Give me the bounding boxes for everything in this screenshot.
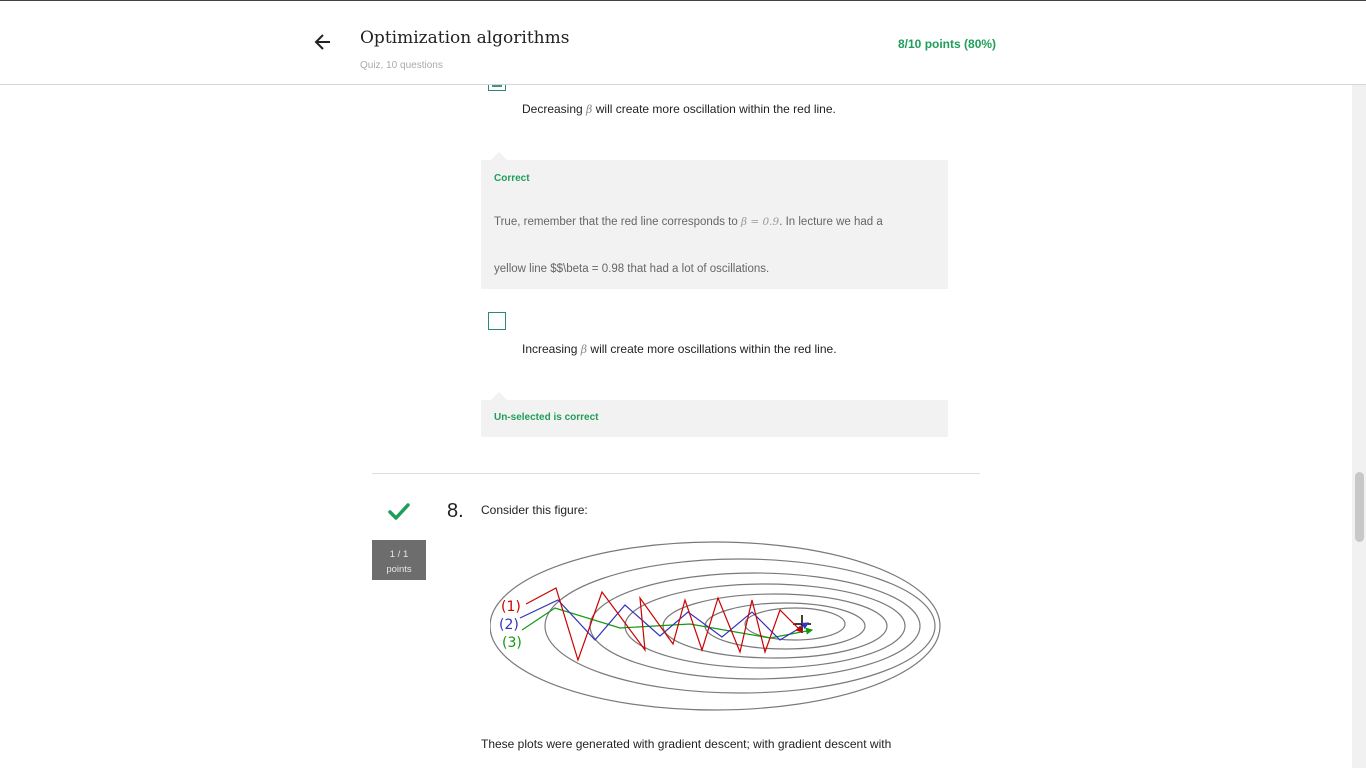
feedback-line1-prefix: True, remember that the red line corresp… — [494, 216, 738, 228]
feedback-unselected: Un-selected is correct — [481, 392, 948, 437]
points-value: 1 / 1 — [389, 549, 409, 560]
scrollbar[interactable] — [1352, 0, 1366, 768]
feedback-line1-suffix: . In lecture we had a — [779, 216, 883, 228]
points-badge: 1 / 1 points — [372, 540, 426, 580]
checkmark-icon — [388, 502, 410, 527]
option-increasing-prefix: Increasing — [522, 342, 578, 356]
option-increasing-suffix: will create more oscillations within the… — [590, 342, 837, 356]
contour-figure: (1) (2) (3) — [489, 540, 945, 720]
figure-label-2: (2) — [499, 617, 519, 633]
feedback-math: β = 0.9 — [740, 216, 780, 228]
page-title: Optimization algorithms — [360, 28, 570, 48]
scrollbar-thumb[interactable] — [1355, 472, 1364, 542]
arrow-left-icon — [314, 34, 330, 50]
feedback-explanation-line2: yellow line $$\beta = 0.98 that had a lo… — [494, 263, 770, 275]
figure-label-1: (1) — [501, 599, 521, 615]
points-label: points — [386, 564, 412, 575]
question-divider — [372, 473, 980, 474]
option-increasing-checkbox[interactable] — [488, 312, 506, 330]
question-description: These plots were generated with gradient… — [481, 737, 892, 751]
score-summary: 8/10 points (80%) — [898, 37, 997, 51]
quiz-subtitle: Quiz, 10 questions — [360, 60, 443, 71]
quiz-header: Optimization algorithms Quiz, 10 questio… — [0, 0, 1366, 85]
figure-label-3: (3) — [502, 635, 522, 651]
feedback-label: Correct — [494, 173, 530, 184]
option-increasing-text: Increasing β will create more oscillatio… — [522, 342, 837, 356]
question-number: 8. — [447, 500, 464, 522]
feedback-explanation-line1: True, remember that the red line corresp… — [494, 216, 883, 228]
option-decreasing-suffix: will create more oscillation within the … — [595, 102, 836, 116]
question-prompt: Consider this figure: — [481, 503, 588, 517]
option-decreasing-prefix: Decreasing — [522, 102, 583, 116]
beta-symbol: β — [580, 343, 588, 356]
option-decreasing-text: Decreasing β will create more oscillatio… — [522, 102, 836, 116]
beta-symbol: β — [586, 103, 593, 116]
feedback-label: Un-selected is correct — [494, 412, 599, 423]
feedback-correct: Correct True, remember that the red line… — [481, 152, 948, 289]
back-button[interactable] — [306, 25, 340, 59]
